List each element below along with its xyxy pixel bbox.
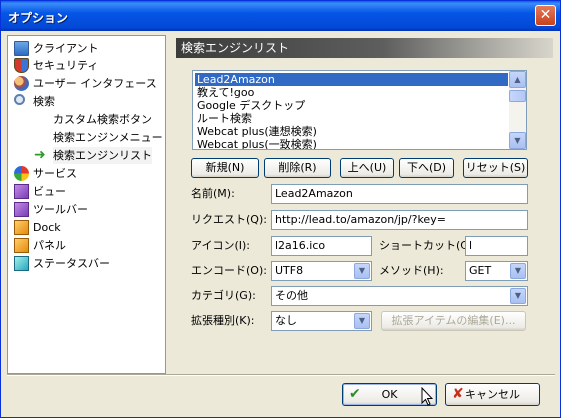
users-icon — [14, 76, 29, 91]
edit-extension-button[interactable]: 拡張アイテムの編集(E)... — [381, 311, 526, 331]
list-item[interactable]: Lead2Amazon — [195, 73, 508, 86]
monitor-icon — [14, 41, 29, 56]
footer-divider — [7, 374, 555, 376]
cube-icon — [14, 238, 29, 253]
encode-value: UTF8 — [275, 264, 304, 277]
icon-field[interactable]: l2a16.ico — [271, 236, 372, 256]
tree-item-label: カスタム検索ボタン — [53, 113, 152, 126]
title-bar[interactable]: オプション ✕ — [1, 1, 560, 31]
window-title: オプション — [8, 11, 69, 25]
request-field[interactable]: http://lead.to/amazon/jp/?key= — [271, 210, 528, 230]
tree-item-label: サービス — [33, 167, 77, 180]
method-value: GET — [469, 264, 492, 277]
method-label: メソッド(H): — [379, 264, 444, 277]
ext-type-label: 拡張種別(K): — [191, 314, 255, 327]
close-button[interactable]: ✕ — [535, 5, 556, 26]
mouse-pointer-icon — [421, 387, 433, 406]
cancel-label: キャンセル — [465, 388, 520, 401]
tree-item-label: ユーザー インタフェース — [33, 77, 157, 90]
cube-icon — [14, 184, 29, 199]
tree-item-label: ステータスバー — [33, 257, 110, 270]
services-icon — [14, 166, 29, 181]
cube-icon — [14, 202, 29, 217]
list-item[interactable]: ルート検索 — [195, 112, 508, 125]
chevron-down-icon[interactable]: ▼ — [510, 263, 526, 279]
list-item[interactable]: Webcat plus(連想検索) — [195, 125, 508, 138]
cube-icon — [14, 256, 29, 271]
list-item[interactable]: 教えて!goo — [195, 86, 508, 99]
new-button[interactable]: 新規(N) — [191, 158, 259, 178]
encode-label: エンコード(O): — [191, 264, 267, 277]
search-icon — [14, 94, 25, 105]
move-up-button[interactable]: 上へ(U) — [340, 158, 394, 178]
tree-item-label: 検索 — [33, 95, 55, 108]
ext-type-select[interactable]: なし ▼ — [271, 311, 372, 331]
move-down-button[interactable]: 下へ(D) — [399, 158, 454, 178]
tree-item-label: ビュー — [33, 185, 66, 198]
options-dialog: オプション ✕ クライアント セキュリティ ユーザー インタフェース 検索 カス… — [0, 0, 561, 418]
delete-button[interactable]: 削除(R) — [264, 158, 331, 178]
tree-item-label: 検索エンジンリスト — [53, 147, 152, 164]
search-engine-listbox[interactable]: Lead2Amazon 教えて!goo Google デスクトップ ルート検索 … — [192, 70, 527, 150]
scroll-down-icon[interactable]: ▼ — [509, 132, 526, 149]
shield-icon — [14, 58, 29, 73]
scroll-up-icon[interactable]: ▲ — [509, 71, 526, 88]
shortcut-field[interactable]: l — [465, 236, 528, 256]
list-item[interactable]: Webcat plus(一致検索) — [195, 138, 508, 149]
request-label: リクエスト(Q): — [191, 213, 267, 226]
panel-title: 検索エンジンリスト — [176, 38, 553, 58]
tree-item-label: パネル — [33, 239, 66, 252]
icon-label: アイコン(I): — [191, 239, 250, 252]
tree-item-label: 検索エンジンメニュー — [53, 131, 163, 144]
arrow-right-icon: ➜ — [34, 147, 46, 163]
ext-type-value: なし — [275, 314, 297, 327]
encode-select[interactable]: UTF8 ▼ — [271, 261, 372, 281]
category-label: カテゴリ(G): — [191, 289, 256, 302]
category-tree: クライアント セキュリティ ユーザー インタフェース 検索 カスタム検索ボタン … — [7, 35, 166, 374]
chevron-down-icon[interactable]: ▼ — [354, 263, 370, 279]
cancel-button[interactable]: ✘ キャンセル — [445, 383, 540, 406]
cube-icon — [14, 220, 29, 235]
method-select[interactable]: GET ▼ — [465, 261, 528, 281]
reset-button[interactable]: リセット(S) — [463, 158, 528, 178]
category-select[interactable]: その他 ▼ — [271, 286, 528, 306]
list-item[interactable]: Google デスクトップ — [195, 99, 508, 112]
name-field[interactable]: Lead2Amazon — [271, 184, 528, 204]
tree-item-label: クライアント — [33, 42, 99, 55]
tree-item-label: ツールバー — [33, 203, 88, 216]
tree-item-label: Dock — [33, 221, 61, 234]
chevron-down-icon[interactable]: ▼ — [354, 313, 370, 329]
category-value: その他 — [275, 289, 308, 302]
scroll-thumb[interactable] — [509, 90, 526, 102]
chevron-down-icon[interactable]: ▼ — [510, 288, 526, 304]
tree-item-label: セキュリティ — [33, 59, 99, 72]
shortcut-label: ショートカット(C): — [379, 239, 476, 252]
list-scrollbar[interactable]: ▲ ▼ — [509, 71, 526, 149]
name-label: 名前(M): — [191, 187, 235, 200]
